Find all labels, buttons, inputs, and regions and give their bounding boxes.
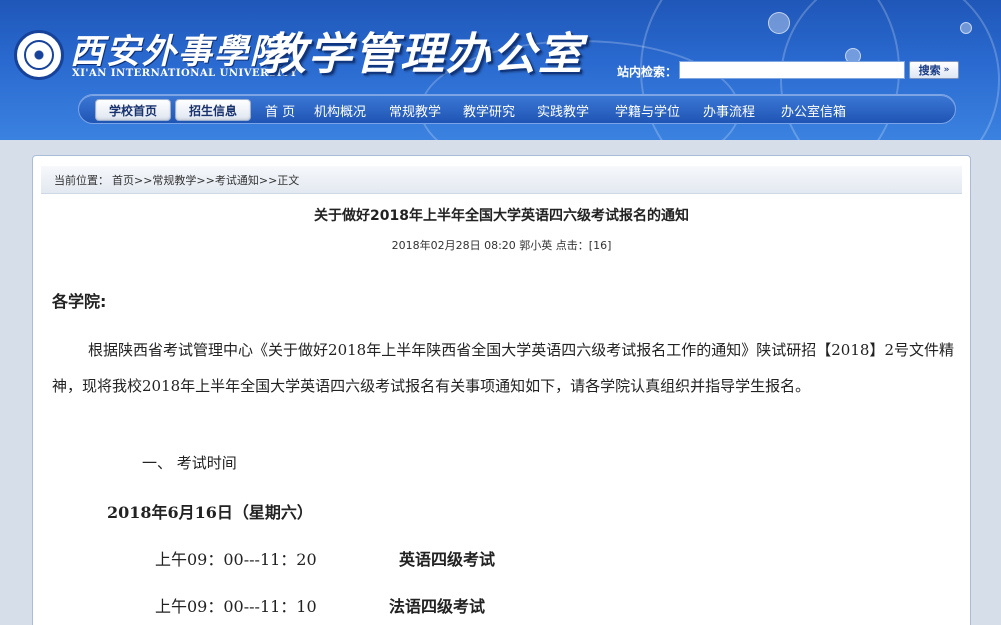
article-paragraph: 根据陕西省考试管理中心《关于做好2018年上半年陕西省全国大学英语四六级考试报名… [52,341,954,395]
schedule-exam: 法语四级考试 [389,597,486,616]
header-banner: 西安外事學院 XI'AN INTERNATIONAL UNIVERSITY 教学… [0,0,1001,140]
nav-item-office-mailbox[interactable]: 办公室信箱 [781,101,846,120]
schedule-time: 上午09：00---11：20 [155,550,317,569]
nav-item-organization[interactable]: 机构概况 [314,101,366,120]
double-chevron-icon: » [943,65,950,75]
article-title: 关于做好2018年上半年全国大学英语四六级考试报名的通知 [314,208,689,224]
nav-item-practice-teaching[interactable]: 实践教学 [537,101,589,120]
breadcrumb-path[interactable]: 首页>>常规教学>>考试通知>>正文 [112,172,299,188]
university-seal-logo[interactable] [14,30,64,80]
nav-school-home-button[interactable]: 学校首页 [95,99,171,121]
search-label: 站内检索： [617,65,678,79]
nav-item-status-degree[interactable]: 学籍与学位 [615,101,680,120]
exam-date: 2018年6月16日（星期六） [107,503,313,522]
schedule-time: 上午09：00---11：10 [155,597,317,616]
university-name-cn[interactable]: 西安外事學院 [70,24,286,73]
decor-dot [960,22,972,34]
nav-item-home[interactable]: 首 页 [265,101,295,120]
search-button-label: 搜索 [918,64,941,77]
main-nav: 学校首页 招生信息 首 页 机构概况 常规教学 教学研究 实践教学 学籍与学位 … [78,94,956,124]
nav-item-teaching-research[interactable]: 教学研究 [463,101,515,120]
office-title: 教学管理办公室 [262,29,584,80]
article-meta: 2018年02月28日 08:20 郭小英 点击：[16] [391,239,612,252]
search-button[interactable]: 搜索 » [909,61,959,79]
schedule-exam: 英语四级考试 [399,550,496,569]
breadcrumb: 当前位置： 首页>>常规教学>>考试通知>>正文 [41,166,962,194]
nav-item-procedures[interactable]: 办事流程 [703,101,755,120]
section-heading-exam-time: 一、 考试时间 [142,454,237,472]
site-search-input[interactable] [679,61,905,79]
breadcrumb-label: 当前位置： [54,173,109,187]
salutation: 各学院: [52,292,107,311]
content-panel: 当前位置： 首页>>常规教学>>考试通知>>正文 关于做好2018年上半年全国大… [32,155,971,625]
nav-item-regular-teaching[interactable]: 常规教学 [389,101,441,120]
decor-dot [768,12,790,34]
nav-admissions-button[interactable]: 招生信息 [175,99,251,121]
